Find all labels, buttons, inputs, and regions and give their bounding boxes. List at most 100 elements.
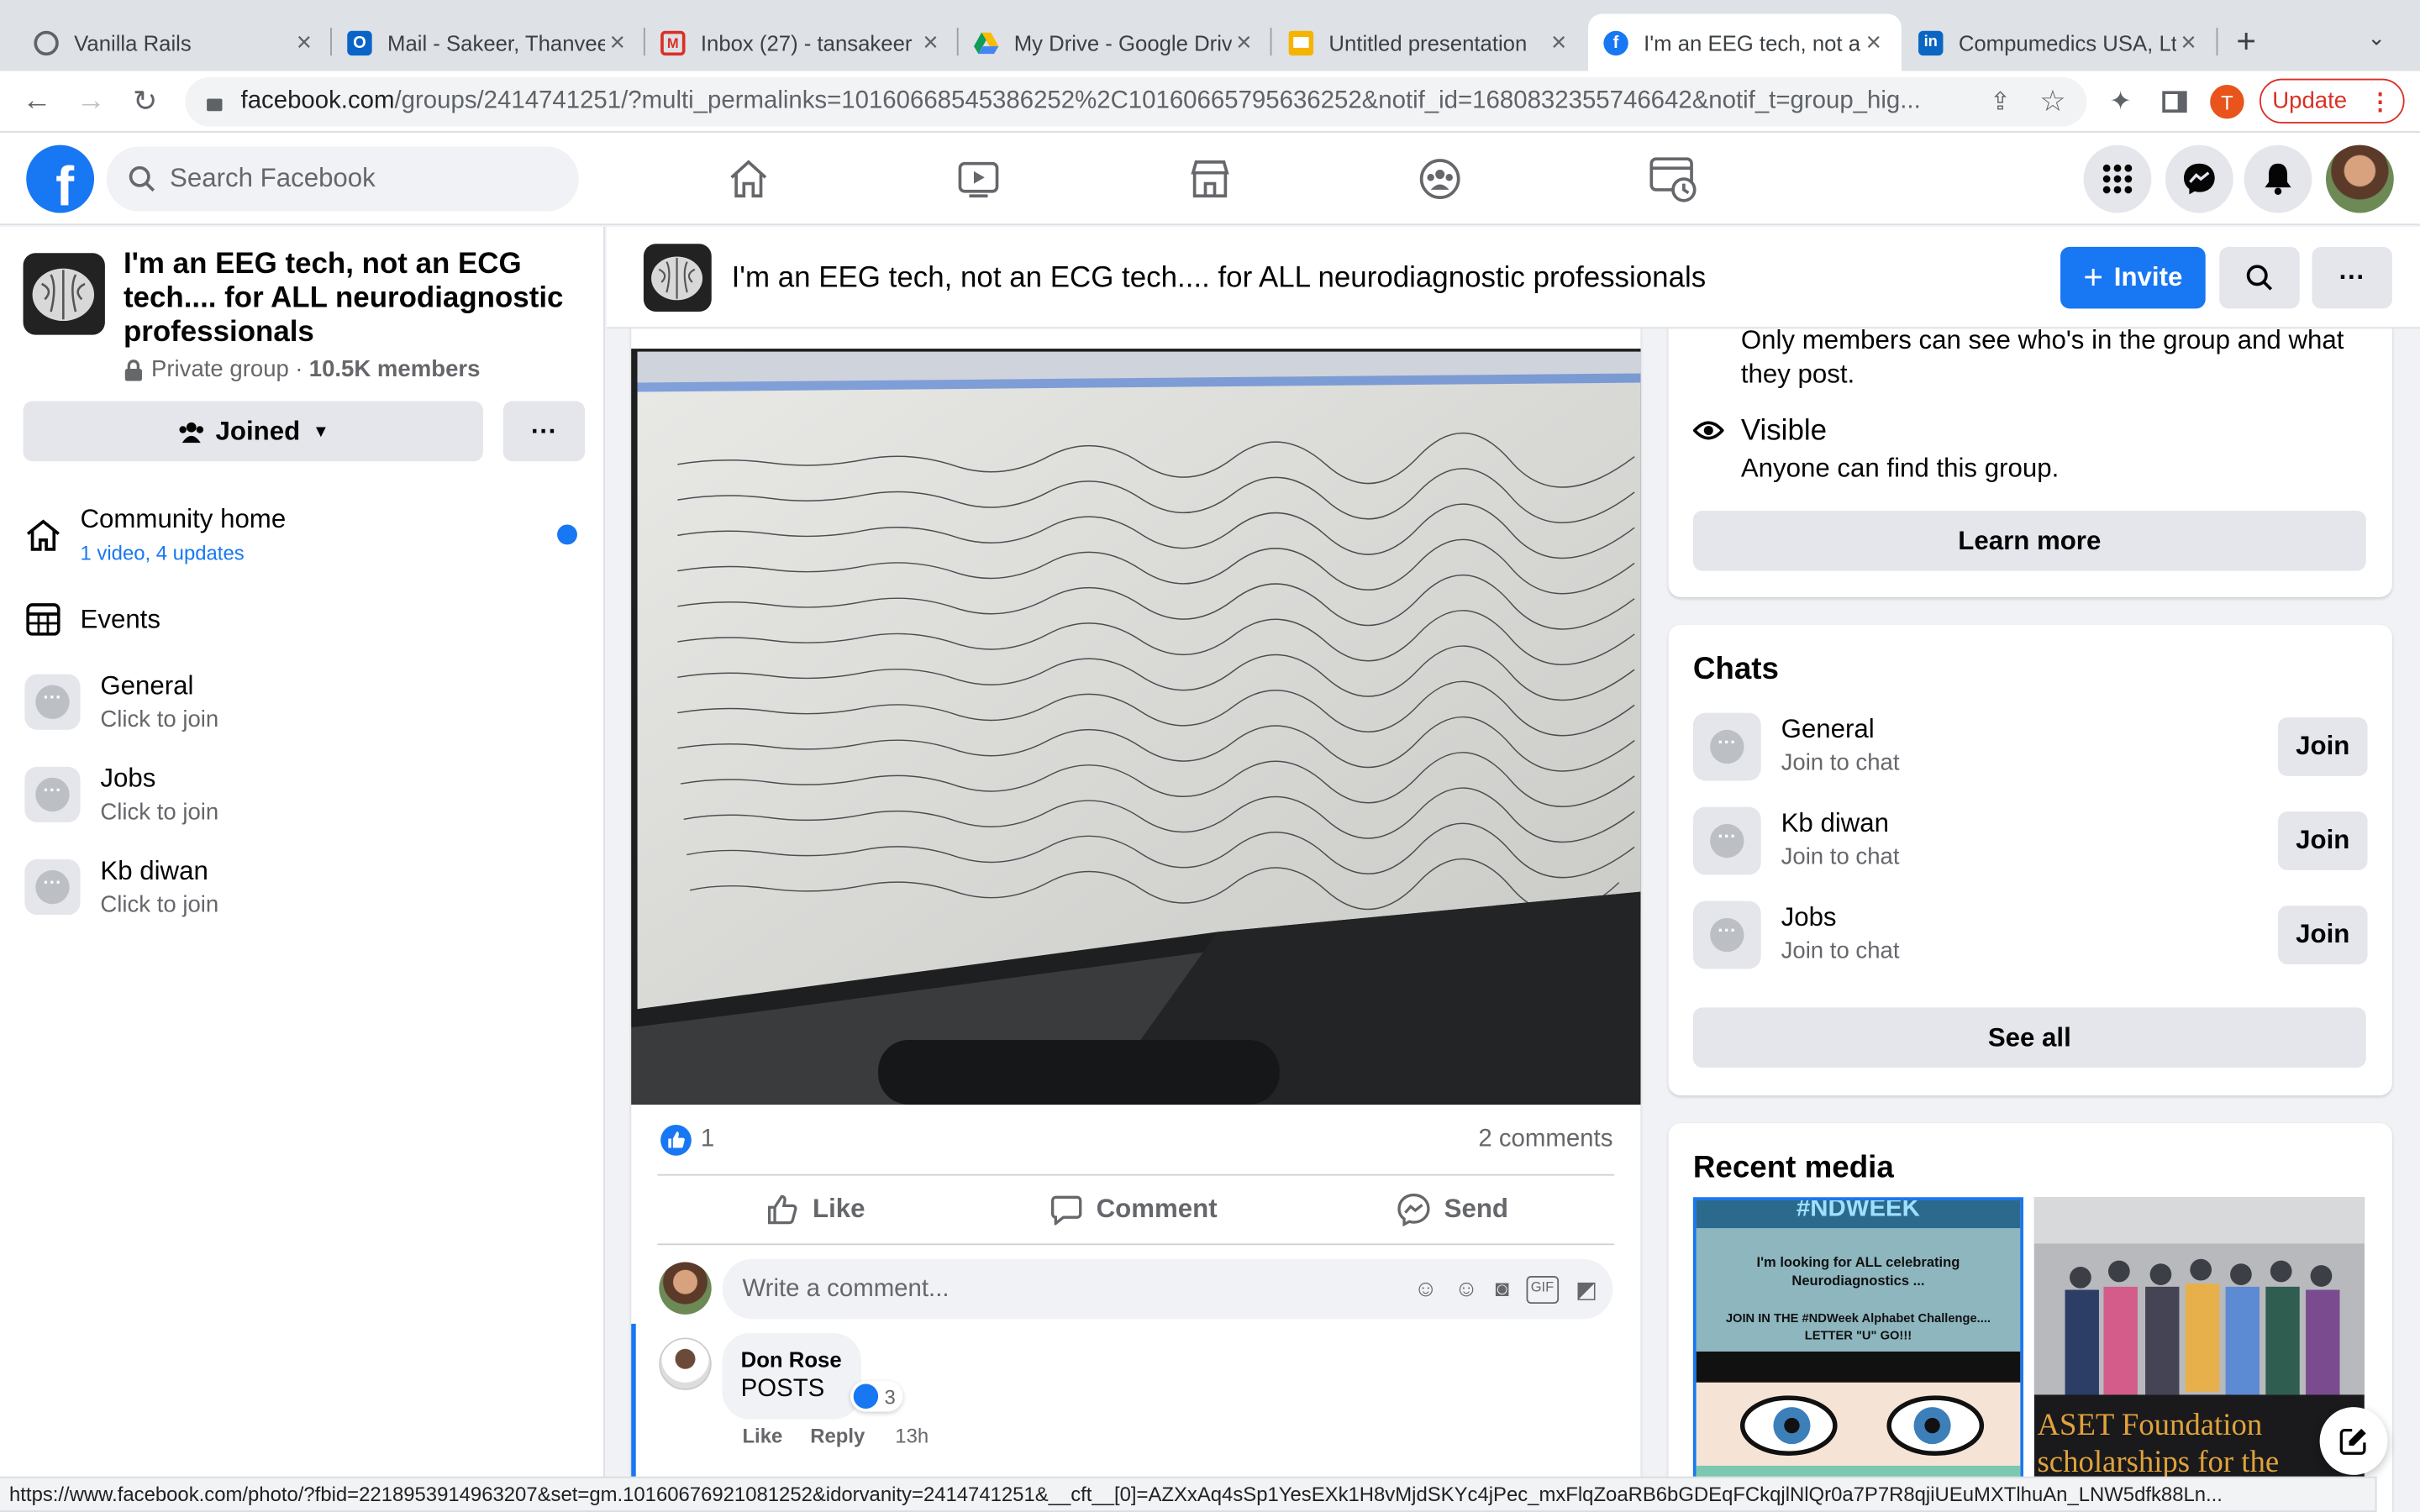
browser-tab-strip: Vanilla Rails × O Mail - Sakeer, Thanveer ×… — [0, 0, 2420, 71]
recent-media-aset-image[interactable]: ASET Foundation scholarships for the — [2033, 1197, 2365, 1506]
caret-down-icon: ▼ — [312, 422, 329, 441]
close-icon[interactable]: × — [1546, 27, 1570, 58]
chat-row-kb-diwan[interactable]: Kb diwan Join to chat Join — [1692, 806, 2368, 875]
group-avatar[interactable] — [23, 253, 105, 335]
group-more-button[interactable]: ··· — [502, 401, 586, 462]
recent-media-ndweek-image[interactable]: #NDWEEK I'm looking for ALL celebrating … — [1692, 1197, 2023, 1506]
comment-author-link[interactable]: Don Rose — [741, 1347, 843, 1371]
close-icon[interactable]: × — [605, 27, 629, 58]
comment-like-link[interactable]: Like — [742, 1424, 782, 1447]
commenter-avatar[interactable] — [659, 1337, 712, 1390]
watch-video-icon[interactable] — [957, 157, 1000, 200]
camera-icon[interactable]: ◙ — [1495, 1275, 1509, 1303]
tab-vanilla-rails[interactable]: Vanilla Rails × — [18, 14, 332, 71]
close-icon[interactable]: × — [292, 27, 316, 58]
chat-row-jobs[interactable]: Jobs Join to chat Join — [1692, 900, 2368, 969]
account-avatar[interactable] — [2325, 144, 2394, 213]
group-search-button[interactable] — [2219, 246, 2300, 309]
reload-icon[interactable]: ↻ — [128, 85, 161, 118]
joined-dropdown-button[interactable]: Joined ▼ — [23, 401, 483, 462]
join-chat-button[interactable]: Join — [2278, 811, 2368, 870]
facebook-header: f Search Facebook — [0, 132, 2420, 226]
linkedin-icon: in — [1918, 29, 1944, 55]
close-icon[interactable]: × — [2176, 27, 2201, 58]
new-tab-plus-icon[interactable]: + — [2236, 22, 2256, 62]
menu-grid-button[interactable] — [2083, 144, 2152, 213]
comment-input[interactable]: Write a comment... ☺ ☺ ◙ GIF ◩ — [722, 1258, 1613, 1320]
post-eeg-photo[interactable] — [631, 349, 1641, 1105]
avatar-sticker-icon[interactable]: ☺ — [1414, 1275, 1438, 1303]
close-icon[interactable]: × — [918, 27, 943, 58]
recent-media-card: Recent media #NDWEEK I'm looking for ALL… — [1668, 1123, 2392, 1512]
learn-more-button[interactable]: Learn more — [1692, 510, 2366, 571]
slides-icon — [1288, 29, 1314, 55]
lock-icon — [124, 359, 142, 381]
comment-bubble: Don Rose POSTS — [722, 1332, 861, 1420]
group-header-more-button[interactable]: ··· — [2312, 246, 2392, 309]
chat-bubble-icon — [1692, 712, 1761, 781]
home-icon — [26, 519, 60, 551]
join-chat-button[interactable]: Join — [2278, 906, 2368, 964]
comment-reply-link[interactable]: Reply — [810, 1424, 865, 1447]
facebook-logo-icon[interactable]: f — [26, 144, 95, 213]
tab-drive[interactable]: My Drive - Google Drive × — [959, 14, 1272, 71]
url-host: facebook.com — [240, 87, 395, 114]
outlook-icon: O — [347, 29, 372, 55]
sidebar-chat-general[interactable]: GeneralClick to join — [24, 671, 218, 732]
join-chat-button[interactable]: Join — [2278, 717, 2368, 776]
marketplace-icon[interactable] — [1188, 157, 1231, 200]
close-icon[interactable]: × — [1232, 27, 1256, 58]
my-avatar[interactable] — [659, 1262, 712, 1315]
comment-reactions[interactable]: 3 — [850, 1380, 903, 1412]
see-all-chats-button[interactable]: See all — [1692, 1007, 2366, 1068]
url-path: /groups/2414741251/?multi_permalinks=101… — [394, 87, 1921, 114]
new-message-button[interactable] — [2319, 1407, 2388, 1475]
back-arrow-icon[interactable]: ← — [20, 85, 54, 118]
comment-timestamp[interactable]: 13h — [895, 1424, 929, 1447]
update-button[interactable]: Update ⋮ — [2259, 78, 2405, 123]
members-count-link[interactable]: 10.5K members — [309, 356, 481, 382]
comment-button[interactable]: Comment — [976, 1177, 1293, 1242]
bookmark-star-icon[interactable]: ☆ — [2036, 85, 2070, 118]
like-reaction-icon[interactable] — [660, 1124, 692, 1156]
chat-row-general[interactable]: General Join to chat Join — [1692, 712, 2368, 781]
home-icon[interactable] — [727, 157, 770, 200]
side-panel-icon[interactable] — [2158, 85, 2191, 118]
chat-bubble-icon — [24, 859, 81, 916]
gif-icon[interactable]: GIF — [1526, 1275, 1559, 1304]
link-status-bar: https://www.facebook.com/photo/?fbid=221… — [0, 1476, 2377, 1512]
reaction-count[interactable]: 1 — [701, 1126, 714, 1154]
tab-slides[interactable]: Untitled presentation × — [1273, 14, 1586, 71]
url-omnibox[interactable]: facebook.com/groups/2414741251/?multi_pe… — [185, 76, 2087, 127]
groups-icon[interactable] — [1418, 157, 1461, 200]
close-icon[interactable]: × — [1861, 27, 1886, 58]
group-title[interactable]: I'm an EEG tech, not an ECG tech.... for… — [124, 249, 587, 350]
notifications-button[interactable] — [2244, 144, 2312, 213]
emoji-icon[interactable]: ☺ — [1455, 1275, 1478, 1303]
tab-mail[interactable]: O Mail - Sakeer, Thanveer × — [332, 14, 645, 71]
send-button[interactable]: Send — [1293, 1177, 1611, 1242]
lock-icon[interactable] — [207, 98, 223, 112]
profile-avatar[interactable]: T — [2210, 85, 2244, 119]
extensions-puzzle-icon[interactable]: ✦ — [2103, 85, 2137, 118]
sidebar-item-events[interactable]: Events — [24, 600, 583, 640]
comments-count-link[interactable]: 2 comments — [1478, 1126, 1612, 1154]
like-button[interactable]: Like — [657, 1177, 975, 1242]
group-avatar[interactable] — [643, 244, 712, 312]
gaming-feed-icon[interactable] — [1649, 155, 1698, 204]
share-icon[interactable]: ⇪ — [1983, 85, 2017, 118]
tab-facebook-group[interactable]: fI'm an EEG tech, not an ECG× — [1588, 13, 1902, 71]
sidebar-chat-jobs[interactable]: JobsClick to join — [24, 764, 218, 826]
forward-arrow-icon[interactable]: → — [74, 85, 108, 118]
messenger-button[interactable] — [2165, 144, 2233, 213]
invite-button[interactable]: + Invite — [2060, 246, 2206, 309]
sidebar-chat-kb-diwan[interactable]: Kb diwanClick to join — [24, 856, 218, 918]
search-input[interactable]: Search Facebook — [106, 146, 579, 212]
tab-search-chevron-icon[interactable]: ⌄ — [2368, 24, 2386, 50]
group-header-title[interactable]: I'm an EEG tech, not an ECG tech.... for… — [732, 262, 1707, 296]
tab-linkedin[interactable]: in Compumedics USA, Ltd × — [1903, 14, 2217, 71]
sticker-icon[interactable]: ◩ — [1576, 1275, 1597, 1303]
tab-gmail[interactable]: M Inbox (27) - tansakeer × — [645, 14, 959, 71]
sidebar-item-community-home[interactable]: Community home 1 video, 4 updates — [24, 505, 583, 579]
updates-link[interactable]: 1 video, 4 updates — [81, 542, 245, 565]
